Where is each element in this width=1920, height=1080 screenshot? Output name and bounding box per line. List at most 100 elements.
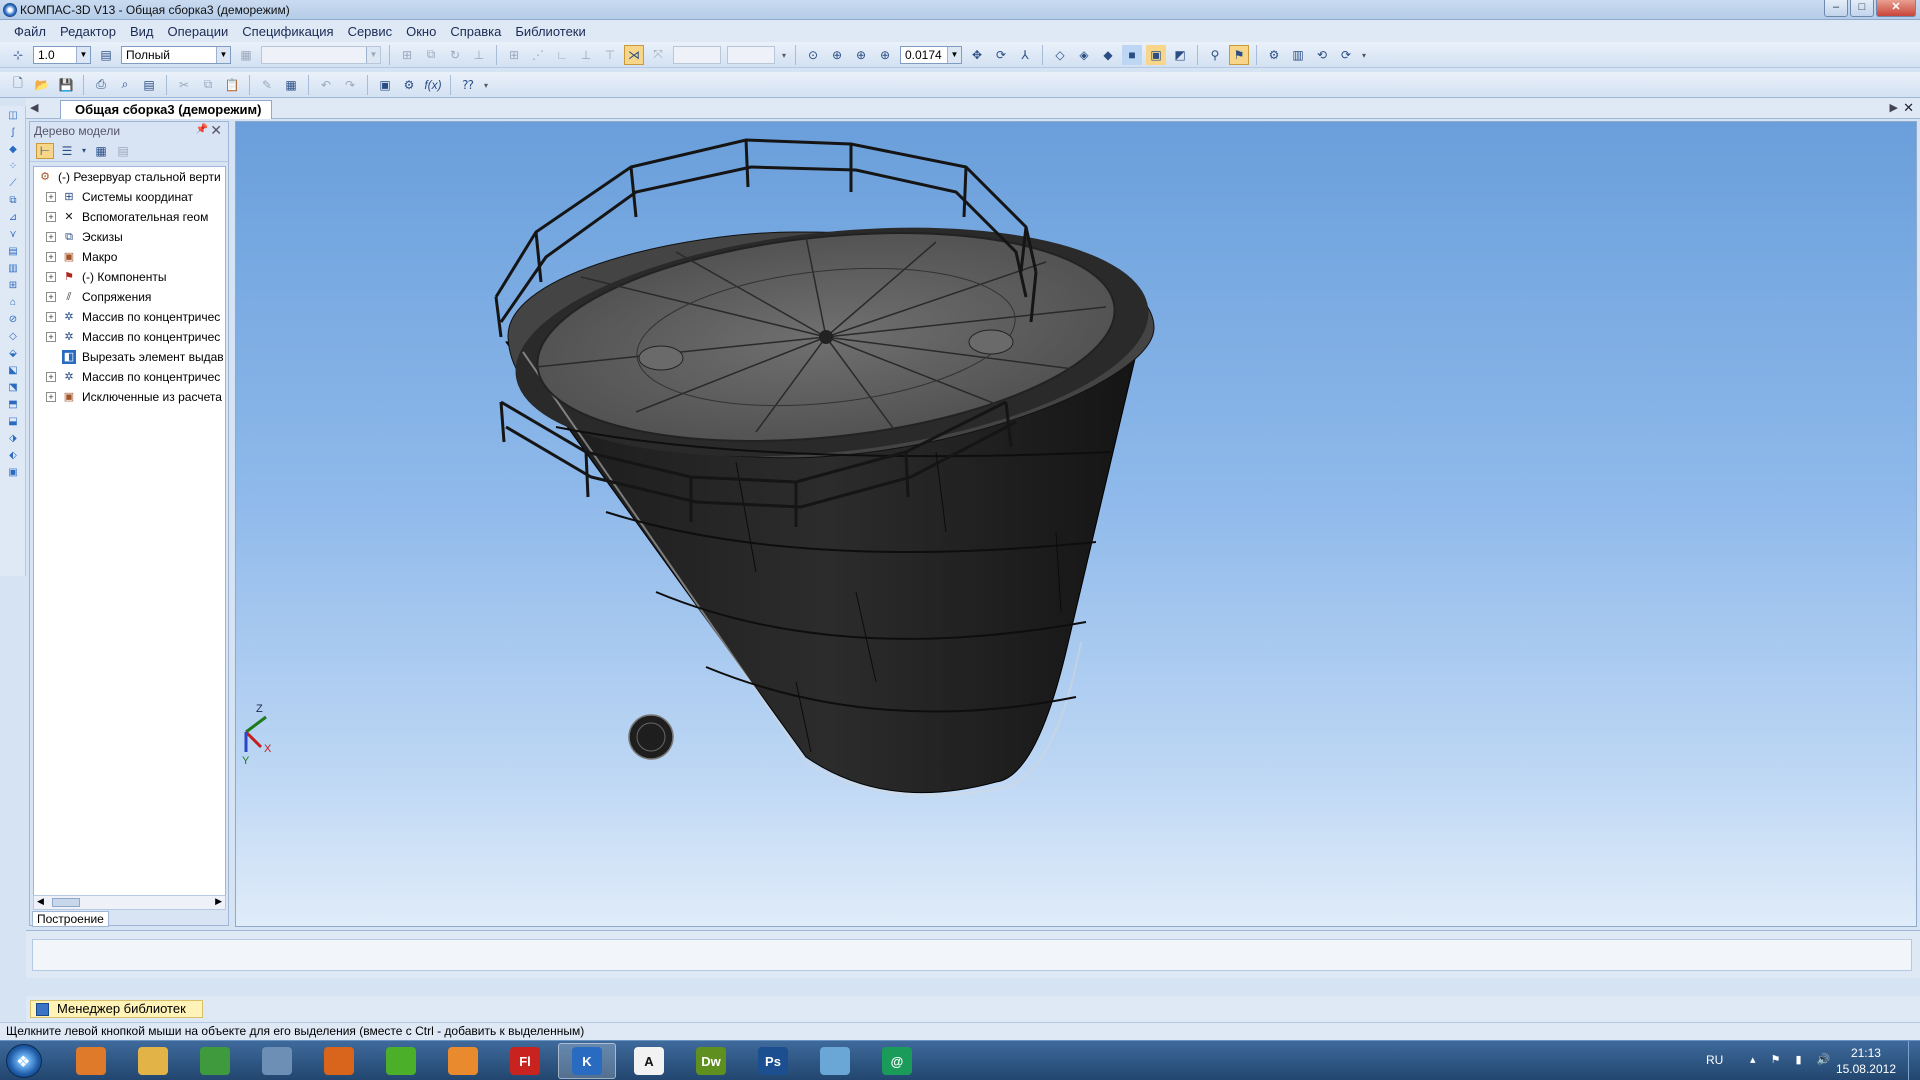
variables-icon[interactable]: ⚙ [399, 75, 419, 95]
formula-icon[interactable]: f(x) [423, 75, 443, 95]
chevron-down-icon[interactable]: ▼ [216, 46, 230, 63]
clock[interactable]: 21:13 15.08.2012 [1836, 1045, 1896, 1077]
chevron-down-icon[interactable]: ▼ [366, 46, 380, 63]
zoom-scale-icon[interactable]: ⊕ [875, 45, 895, 65]
library-manager-tab[interactable]: Менеджер библиотек [30, 1000, 203, 1018]
orientation-view-icon[interactable]: ⅄ [1015, 45, 1035, 65]
tab-scroll-right-icon[interactable]: ▶ [1890, 101, 1898, 114]
elements-tool-icon[interactable]: ⊞ [5, 279, 21, 293]
tree-horizontal-scrollbar[interactable]: ◀ ▶ [33, 895, 226, 910]
zoom-combo[interactable]: 0.0174 ▼ [900, 45, 962, 64]
tree-item[interactable]: + ⚑ (-) Компоненты [34, 267, 225, 287]
format-painter-icon[interactable]: ✎ [257, 75, 277, 95]
taskbar-item[interactable]: Fl [496, 1043, 554, 1079]
step-icon[interactable]: ⊹ [8, 45, 28, 65]
minimize-button[interactable]: – [1824, 0, 1848, 17]
refresh-icon[interactable]: ⟳ [1336, 45, 1356, 65]
taskbar-item[interactable]: Ps [744, 1043, 802, 1079]
orientation-icon[interactable]: ⧉ [421, 45, 441, 65]
language-indicator[interactable]: RU [1706, 1053, 1723, 1067]
taskbar-item[interactable]: K [558, 1043, 616, 1079]
macro-tool-icon[interactable]: ▣ [5, 466, 21, 480]
maximize-button[interactable]: □ [1850, 0, 1874, 17]
ortho-icon[interactable]: ⊥ [469, 45, 489, 65]
model-viewport[interactable]: Z X Y [235, 121, 1917, 927]
tree-item[interactable]: + ▣ Исключенные из расчета [34, 387, 225, 407]
pin-icon[interactable]: 📌 [196, 124, 208, 135]
spatial-curves-icon[interactable]: ∫ [5, 126, 21, 140]
tree-root[interactable]: ⚙ (-) Резервуар стальной верти [34, 167, 225, 187]
spec-tool-icon[interactable]: ▤ [5, 245, 21, 259]
open-icon[interactable]: 📂 [32, 75, 52, 95]
collision-tool-icon[interactable]: ⬓ [5, 415, 21, 429]
chevron-down-icon[interactable]: ▼ [76, 46, 90, 63]
paste-icon[interactable]: 📋 [222, 75, 242, 95]
expand-icon[interactable]: + [46, 272, 56, 282]
expand-icon[interactable]: + [46, 372, 56, 382]
taskbar-item[interactable]: A [620, 1043, 678, 1079]
rebuild-icon[interactable]: ⟲ [1312, 45, 1332, 65]
scroll-left-icon[interactable]: ◀ [37, 896, 44, 907]
taskbar-item[interactable] [248, 1043, 306, 1079]
taskbar-item[interactable] [186, 1043, 244, 1079]
taskbar-item[interactable]: @ [868, 1043, 926, 1079]
zoom-in-icon[interactable]: ⊕ [851, 45, 871, 65]
scroll-thumb[interactable] [52, 898, 80, 907]
toolbar-overflow-icon[interactable]: ▾ [1362, 51, 1370, 60]
layers-icon[interactable]: ▦ [236, 45, 256, 65]
tab-scroll-left-icon[interactable]: ◀ [30, 101, 38, 114]
reports-tool-icon[interactable]: ▥ [5, 262, 21, 276]
tree-item[interactable]: + ◧ Вырезать элемент выдав [34, 347, 225, 367]
align-icon[interactable]: ⊥ [576, 45, 596, 65]
new-document-icon[interactable]: 🗋 [8, 75, 28, 95]
taskbar-item[interactable] [806, 1043, 864, 1079]
properties-area[interactable] [32, 939, 1912, 971]
expand-icon[interactable]: + [46, 312, 56, 322]
measure-tool-icon[interactable]: ⊿ [5, 211, 21, 225]
close-button[interactable]: ✕ [1876, 0, 1916, 17]
selection-filter-icon[interactable]: ⚑ [1229, 44, 1249, 65]
tab-construction[interactable]: Построение [32, 911, 109, 927]
start-button[interactable]: ❖ [6, 1044, 42, 1078]
menu-help[interactable]: Справка [450, 24, 501, 39]
cut-icon[interactable]: ✂ [174, 75, 194, 95]
hidden-thin-icon[interactable]: ◆ [1098, 45, 1118, 65]
expand-icon[interactable]: + [46, 392, 56, 402]
filter-tool-icon[interactable]: ⋎ [5, 228, 21, 242]
taskbar-item[interactable] [372, 1043, 430, 1079]
menu-window[interactable]: Окно [406, 24, 436, 39]
wireframe-icon[interactable]: ◇ [1050, 45, 1070, 65]
close-document-icon[interactable]: ✕ [1903, 100, 1914, 116]
expand-icon[interactable]: + [46, 212, 56, 222]
redo-icon[interactable]: ↷ [340, 75, 360, 95]
tree-item[interactable]: + ✕ Вспомогательная геом [34, 207, 225, 227]
halftone-edges-icon[interactable]: ▣ [1146, 44, 1166, 65]
filter-icon[interactable]: ⚲ [1205, 45, 1225, 65]
undo-icon[interactable]: ↶ [316, 75, 336, 95]
local-cs-icon[interactable]: ⊞ [397, 45, 417, 65]
properties-panel-icon[interactable]: ▦ [281, 75, 301, 95]
kompas-app-icon[interactable] [3, 3, 17, 17]
tree-item[interactable]: + ⊞ Системы координат [34, 187, 225, 207]
manager-docs-icon[interactable]: ▣ [375, 75, 395, 95]
help-pointer-icon[interactable]: ⁇ [458, 75, 478, 95]
scroll-right-icon[interactable]: ▶ [215, 896, 222, 907]
zoom-all-icon[interactable]: ⊕ [827, 45, 847, 65]
tree-structure-icon[interactable]: ⊢ [36, 142, 54, 159]
snap-icon[interactable]: ↻ [445, 45, 465, 65]
zoom-window-icon[interactable]: ⊙ [803, 45, 823, 65]
measure-icon[interactable]: ⊤ [600, 45, 620, 65]
menu-service[interactable]: Сервис [348, 24, 393, 39]
properties-icon[interactable]: ⚙ [1264, 45, 1284, 65]
taskbar-item[interactable] [434, 1043, 492, 1079]
preview-icon[interactable]: ⌕ [115, 75, 135, 95]
weld-tool-icon[interactable]: ⬗ [5, 432, 21, 446]
edit-tool-icon[interactable]: ⬙ [5, 347, 21, 361]
tab-document[interactable]: Общая сборка3 (деморежим) [60, 100, 273, 119]
tree-item[interactable]: + ⫽ Сопряжения [34, 287, 225, 307]
coord-x-field[interactable] [673, 45, 721, 64]
expand-icon[interactable]: + [46, 192, 56, 202]
taskbar-item[interactable]: Dw [682, 1043, 740, 1079]
angle-snap-icon[interactable]: ∟ [552, 45, 572, 65]
tree-view-mode-icon[interactable]: ☰ [58, 143, 76, 159]
